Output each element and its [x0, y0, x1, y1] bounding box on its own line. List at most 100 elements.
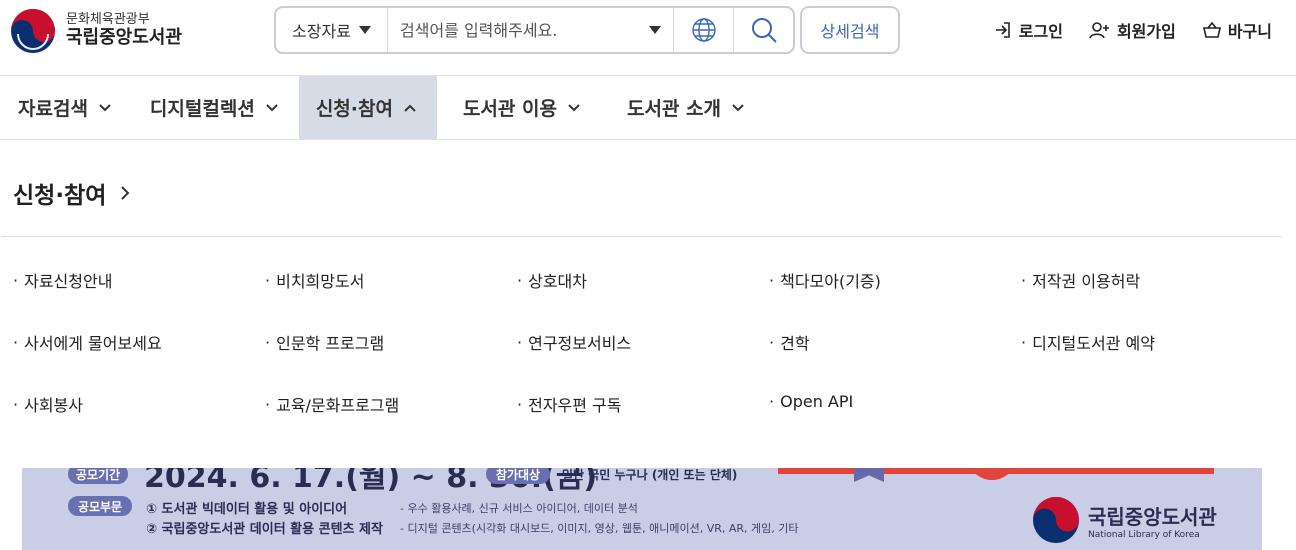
bullet: · — [265, 394, 271, 414]
bullet: · — [13, 332, 19, 352]
submenu-item-label: 자료신청안내 — [24, 272, 113, 291]
contest-detail-2: - 디지털 콘텐츠(시각화 대시보드, 이미지, 영상, 웹툰, 애니메이션, … — [400, 522, 799, 535]
submenu-item-volunteer[interactable]: · 사회봉사 — [13, 392, 83, 416]
submenu-item-material-request-guide[interactable]: · 자료신청안내 — [13, 268, 112, 292]
ministry-name: 문화체육관광부 — [66, 12, 150, 28]
mega-menu-panel: 신청·참여 · 자료신청안내 · 사서에게 물어보세요 · 사회봉사 · 비치희망도서 … — [0, 140, 1296, 468]
nav-item-label: 자료검색 — [18, 98, 88, 120]
submenu-item-label: 상호대차 — [528, 272, 587, 291]
signup-label: 회원가입 — [1116, 22, 1176, 41]
language-button[interactable] — [673, 8, 733, 52]
basket-link[interactable]: 바구니 — [1202, 18, 1272, 42]
chevron-down-icon — [732, 103, 744, 111]
submenu-item-label: 교육/문화프로그램 — [276, 396, 400, 415]
banner-logo: 국립중앙도서관 National Library of Korea — [1032, 496, 1217, 544]
site-logo[interactable]: 문화체육관광부 국립중앙도서관 — [10, 8, 182, 54]
submenu-item-label: 연구정보서비스 — [528, 334, 632, 353]
search-history-toggle[interactable] — [637, 8, 673, 52]
taegeuk-logo-icon — [1033, 497, 1079, 543]
submenu-item-ask-librarian[interactable]: · 사서에게 물어보세요 — [13, 330, 162, 354]
search-button[interactable] — [733, 8, 793, 52]
login-link[interactable]: 로그인 — [993, 18, 1063, 42]
basket-icon — [1202, 21, 1221, 38]
search-input[interactable] — [388, 8, 637, 52]
bullet: · — [517, 332, 523, 352]
submenu-item-email-subscription[interactable]: · 전자우편 구독 — [517, 392, 622, 416]
library-name: 국립중앙도서관 — [66, 27, 182, 49]
submenu-item-digital-library-reservation[interactable]: · 디지털도서관 예약 — [1021, 330, 1155, 354]
caret-down-icon — [649, 26, 661, 34]
submenu-item-label: 디지털도서관 예약 — [1032, 334, 1155, 353]
bullet: · — [13, 394, 19, 414]
main-nav: 자료검색 디지털컬렉션 신청·참여 도서관 이용 도서관 소개 — [0, 76, 1296, 140]
bullet: · — [13, 270, 19, 290]
nav-item-label: 신청·참여 — [315, 98, 393, 120]
nav-item-label: 디지털컬렉션 — [149, 98, 255, 120]
utility-menu: 로그인 회원가입 바구니 — [993, 18, 1272, 42]
submenu-item-education-culture-program[interactable]: · 교육/문화프로그램 — [265, 392, 399, 416]
banner-logo-name: 국립중앙도서관 — [1088, 504, 1217, 529]
submenu-item-tour[interactable]: · 견학 — [769, 330, 810, 354]
login-label: 로그인 — [1018, 22, 1063, 41]
basket-label: 바구니 — [1227, 22, 1272, 41]
submenu-item-label: 인문학 프로그램 — [276, 334, 385, 353]
submenu-item-open-api[interactable]: · Open API — [769, 392, 853, 411]
bullet: · — [517, 270, 523, 290]
chevron-down-icon — [99, 103, 111, 111]
submenu-item-label: 저작권 이용허락 — [1032, 272, 1141, 291]
globe-icon — [691, 18, 716, 42]
user-plus-icon — [1089, 22, 1109, 39]
mega-menu-title-link[interactable]: 신청·참여 — [13, 176, 130, 210]
submenu-item-humanities-program[interactable]: · 인문학 프로그램 — [265, 330, 384, 354]
search-bar: 소장자료 — [274, 6, 795, 54]
contest-detail-1: - 우수 활용사례, 신규 서비스 아이디어, 데이터 분석 — [400, 502, 638, 515]
bullet: · — [265, 332, 271, 352]
submenu-item-label: Open API — [780, 392, 854, 411]
search-category-select[interactable]: 소장자료 — [276, 8, 388, 52]
divider — [2, 236, 1282, 237]
advanced-search-button[interactable]: 상세검색 — [800, 6, 900, 54]
chevron-right-icon — [121, 186, 130, 200]
submenu-item-label: 책다모아(기증) — [780, 272, 881, 291]
submenu-item-label: 사회봉사 — [24, 396, 83, 415]
search-category-label: 소장자료 — [292, 22, 351, 41]
bullet: · — [769, 392, 775, 411]
bullet: · — [769, 270, 775, 290]
chevron-down-icon — [266, 103, 278, 111]
nav-item-label: 도서관 이용 — [462, 98, 557, 120]
nav-item-resource-search[interactable]: 자료검색 — [0, 76, 130, 139]
contest-target: 일반 국민 누구나 (개인 또는 단체) — [562, 468, 738, 482]
bullet: · — [1021, 270, 1027, 290]
bullet: · — [265, 270, 271, 290]
logo-text: 문화체육관광부 국립중앙도서관 — [66, 12, 182, 49]
category-pill: 공모부문 — [68, 496, 132, 516]
nav-item-apply-participate[interactable]: 신청·참여 — [298, 76, 437, 139]
nav-item-label: 도서관 소개 — [626, 98, 721, 120]
contest-category-1: ① 도서관 빅데이터 활용 및 아이디어 — [146, 502, 348, 517]
mega-menu-title: 신청·참여 — [13, 183, 107, 209]
submenu-item-label: 전자우편 구독 — [528, 396, 622, 415]
submenu-item-label: 사서에게 물어보세요 — [24, 334, 162, 353]
nav-item-library-use[interactable]: 도서관 이용 — [437, 76, 603, 139]
submenu-item-label: 비치희망도서 — [276, 272, 365, 291]
login-icon — [995, 22, 1010, 38]
nav-item-library-intro[interactable]: 도서관 소개 — [603, 76, 765, 139]
bullet: · — [769, 332, 775, 352]
bullet: · — [1021, 332, 1027, 352]
caret-down-icon — [358, 26, 371, 34]
chevron-down-icon — [568, 103, 580, 111]
submenu-item-copyright-permission[interactable]: · 저작권 이용허락 — [1021, 268, 1140, 292]
submenu-item-label: 견학 — [780, 334, 810, 353]
chevron-up-icon — [404, 104, 416, 112]
page: 문화체육관광부 국립중앙도서관 소장자료 검색어를 입력해주세요. 상세검색 로… — [0, 0, 1296, 550]
submenu-item-research-info-service[interactable]: · 연구정보서비스 — [517, 330, 631, 354]
site-header: 문화체육관광부 국립중앙도서관 소장자료 검색어를 입력해주세요. 상세검색 로… — [0, 0, 1296, 76]
signup-link[interactable]: 회원가입 — [1089, 18, 1176, 42]
banner-logo-english: National Library of Korea — [1088, 529, 1200, 540]
submenu-item-book-request[interactable]: · 비치희망도서 — [265, 268, 364, 292]
taegeuk-logo-icon — [11, 9, 55, 53]
nav-item-digital-collection[interactable]: 디지털컬렉션 — [130, 76, 299, 139]
submenu-item-book-donation[interactable]: · 책다모아(기증) — [769, 268, 881, 292]
search-icon — [751, 18, 777, 43]
submenu-item-interlibrary-loan[interactable]: · 상호대차 — [517, 268, 587, 292]
